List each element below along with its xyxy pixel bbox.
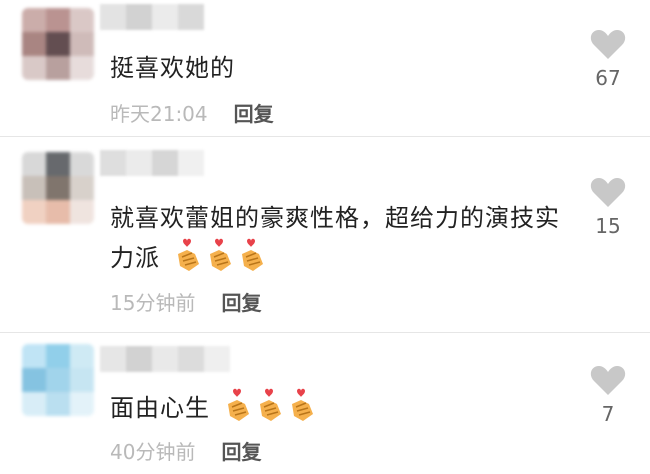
comment-text: 面由心生 <box>110 388 560 428</box>
avatar[interactable] <box>22 344 94 416</box>
comment-meta: 15分钟前 回复 <box>110 287 261 316</box>
comment-text: 挺喜欢她的 <box>110 48 560 88</box>
comment-text-content: 面由心生 <box>110 394 210 422</box>
like-button[interactable]: 67 <box>586 28 630 90</box>
comment-time: 15分钟前 <box>110 291 196 315</box>
reply-button[interactable]: 回复 <box>234 98 274 127</box>
username-blurred[interactable] <box>100 4 204 30</box>
reply-button[interactable]: 回复 <box>221 436 261 465</box>
finger-heart-emoji <box>207 238 233 272</box>
like-count: 7 <box>601 402 615 426</box>
comment-time: 40分钟前 <box>110 440 196 464</box>
comment-text-content: 挺喜欢她的 <box>110 54 235 82</box>
finger-heart-emoji <box>225 388 251 422</box>
reply-button[interactable]: 回复 <box>221 287 261 316</box>
divider <box>0 136 650 137</box>
comment-meta: 40分钟前 回复 <box>110 436 261 465</box>
heart-icon <box>590 366 626 395</box>
comment-text: 就喜欢蕾姐的豪爽性格，超给力的演技实力派 <box>110 198 560 278</box>
like-button[interactable]: 15 <box>586 176 630 238</box>
finger-heart-emoji <box>257 388 283 422</box>
comment-time: 昨天21:04 <box>110 102 208 126</box>
finger-heart-emoji <box>239 238 265 272</box>
heart-icon <box>590 30 626 59</box>
like-count: 67 <box>595 66 621 90</box>
comment-meta: 昨天21:04 回复 <box>110 98 274 127</box>
avatar[interactable] <box>22 8 94 80</box>
finger-heart-emoji <box>289 388 315 422</box>
like-button[interactable]: 7 <box>586 364 630 426</box>
username-blurred[interactable] <box>100 150 204 176</box>
finger-heart-emoji <box>175 238 201 272</box>
username-blurred[interactable] <box>100 346 230 372</box>
like-count: 15 <box>595 214 621 238</box>
divider <box>0 332 650 333</box>
heart-icon <box>590 178 626 207</box>
avatar[interactable] <box>22 152 94 224</box>
